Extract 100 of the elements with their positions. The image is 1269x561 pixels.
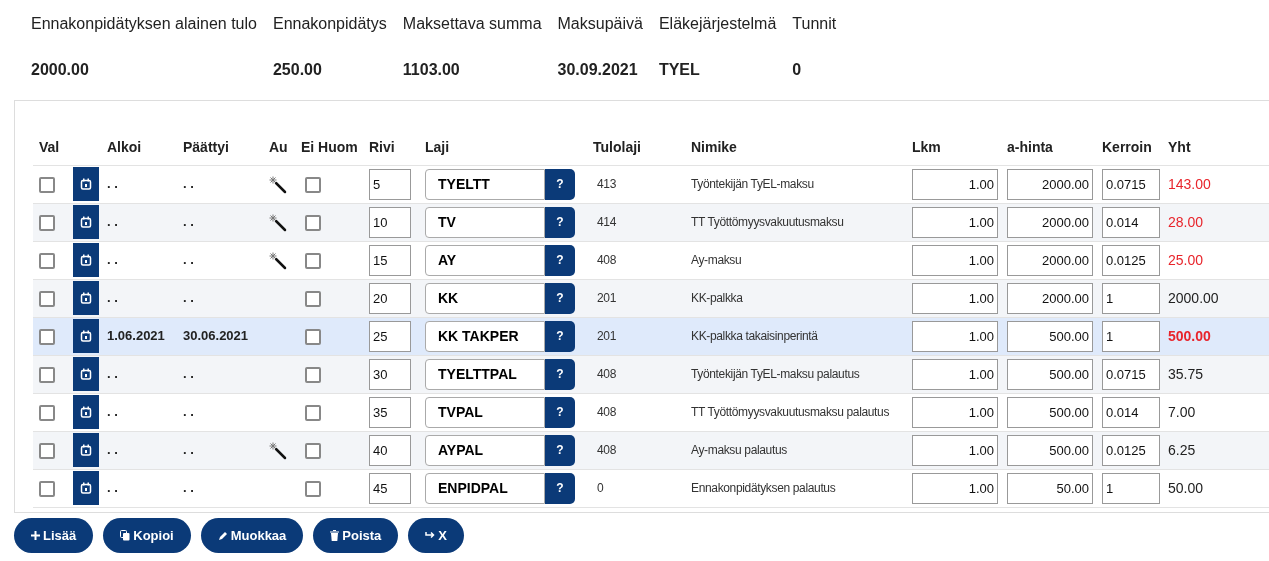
unit-price-field[interactable]: 500.00	[1007, 358, 1093, 390]
start-date: . .	[107, 176, 118, 192]
summary-value: 250.00	[272, 60, 323, 80]
ignore-checkbox[interactable]	[305, 328, 321, 345]
quantity-field[interactable]: 1.00	[912, 244, 998, 276]
coefficient-field[interactable]: 0.0715	[1102, 358, 1160, 390]
action-button[interactable]: Poista	[313, 518, 399, 553]
column-header: Päättyi	[183, 139, 229, 156]
unit-price-field[interactable]: 2000.00	[1007, 168, 1093, 200]
select-checkbox[interactable]	[39, 214, 55, 231]
calendar-button[interactable]	[73, 471, 99, 505]
coefficient-field[interactable]: 1	[1102, 472, 1160, 504]
coefficient-field[interactable]: 0.0125	[1102, 434, 1160, 466]
end-date: 30.06.2021	[183, 328, 249, 344]
help-button[interactable]: ?	[545, 206, 575, 238]
help-button[interactable]: ?	[545, 358, 575, 390]
type-code-field[interactable]: KK	[425, 282, 545, 314]
type-code-field[interactable]: AY	[425, 244, 545, 276]
ignore-checkbox[interactable]	[305, 176, 321, 193]
quantity-field[interactable]: 1.00	[912, 168, 998, 200]
ignore-checkbox[interactable]	[305, 214, 321, 231]
calendar-button[interactable]	[73, 243, 99, 277]
summary-label: Ennakonpidätyksen alainen tulo	[31, 14, 257, 34]
row-number-field[interactable]: 25	[369, 320, 411, 352]
coefficient-field[interactable]: 1	[1102, 282, 1160, 314]
total-amount: 35.75	[1168, 365, 1204, 382]
calendar-button[interactable]	[73, 281, 99, 315]
trash-icon	[330, 530, 340, 541]
action-button[interactable]: Muokkaa	[200, 518, 304, 553]
help-button[interactable]: ?	[545, 244, 575, 276]
ignore-checkbox[interactable]	[305, 442, 321, 459]
unit-price-field[interactable]: 50.00	[1007, 472, 1093, 504]
type-code-field[interactable]: TVPAL	[425, 396, 545, 428]
ignore-checkbox[interactable]	[305, 366, 321, 383]
coefficient-field[interactable]: 0.0715	[1102, 168, 1160, 200]
select-checkbox[interactable]	[39, 442, 55, 459]
ignore-checkbox[interactable]	[305, 290, 321, 307]
select-checkbox[interactable]	[39, 404, 55, 421]
calendar-button[interactable]	[73, 319, 99, 353]
help-button[interactable]: ?	[545, 472, 575, 504]
total-amount: 143.00	[1168, 175, 1211, 192]
unit-price-field[interactable]: 2000.00	[1007, 282, 1093, 314]
coefficient-field[interactable]: 0.014	[1102, 206, 1160, 238]
ignore-checkbox[interactable]	[305, 252, 321, 269]
help-button[interactable]: ?	[545, 282, 575, 314]
help-button[interactable]: ?	[545, 434, 575, 466]
calendar-button[interactable]	[73, 205, 99, 239]
pencil-icon	[217, 530, 228, 541]
calendar-button[interactable]	[73, 395, 99, 429]
quantity-field[interactable]: 1.00	[912, 472, 998, 504]
select-checkbox[interactable]	[39, 480, 55, 497]
ignore-checkbox[interactable]	[305, 480, 321, 497]
help-button[interactable]: ?	[545, 396, 575, 428]
item-title: TT Työttömyysvakuutusmaksu	[691, 215, 844, 230]
quantity-field[interactable]: 1.00	[912, 206, 998, 238]
coefficient-field[interactable]: 0.0125	[1102, 244, 1160, 276]
action-button[interactable]: X	[408, 518, 464, 553]
help-button[interactable]: ?	[545, 168, 575, 200]
select-checkbox[interactable]	[39, 176, 55, 193]
select-checkbox[interactable]	[39, 252, 55, 269]
type-code-field[interactable]: TYELTT	[425, 168, 545, 200]
row-number-field[interactable]: 15	[369, 244, 411, 276]
calendar-button[interactable]	[73, 167, 99, 201]
row-number-field[interactable]: 10	[369, 206, 411, 238]
unit-price-field[interactable]: 500.00	[1007, 434, 1093, 466]
row-number-field[interactable]: 5	[369, 168, 411, 200]
calendar-button[interactable]	[73, 433, 99, 467]
select-checkbox[interactable]	[39, 366, 55, 383]
quantity-field[interactable]: 1.00	[912, 282, 998, 314]
quantity-field[interactable]: 1.00	[912, 396, 998, 428]
type-code-field[interactable]: ENPIDPAL	[425, 472, 545, 504]
row-number-field[interactable]: 30	[369, 358, 411, 390]
end-date: . .	[183, 442, 194, 458]
ignore-checkbox[interactable]	[305, 404, 321, 421]
type-code-field[interactable]: KK TAKPER	[425, 320, 545, 352]
action-button[interactable]: Lisää	[14, 518, 94, 553]
row-number-field[interactable]: 20	[369, 282, 411, 314]
type-code-field[interactable]: AYPAL	[425, 434, 545, 466]
row-number-field[interactable]: 40	[369, 434, 411, 466]
calendar-button[interactable]	[73, 357, 99, 391]
unit-price-field[interactable]: 500.00	[1007, 320, 1093, 352]
row-number-field[interactable]: 35	[369, 396, 411, 428]
help-button[interactable]: ?	[545, 320, 575, 352]
summary-value: 1103.00	[402, 60, 461, 80]
summary-value: 30.09.2021	[557, 60, 639, 80]
type-code-field[interactable]: TV	[425, 206, 545, 238]
quantity-field[interactable]: 1.00	[912, 320, 998, 352]
quantity-field[interactable]: 1.00	[912, 434, 998, 466]
unit-price-field[interactable]: 2000.00	[1007, 244, 1093, 276]
select-checkbox[interactable]	[39, 290, 55, 307]
coefficient-field[interactable]: 1	[1102, 320, 1160, 352]
coefficient-field[interactable]: 0.014	[1102, 396, 1160, 428]
start-date: . .	[107, 214, 118, 230]
type-code-field[interactable]: TYELTTPAL	[425, 358, 545, 390]
unit-price-field[interactable]: 2000.00	[1007, 206, 1093, 238]
select-checkbox[interactable]	[39, 328, 55, 345]
quantity-field[interactable]: 1.00	[912, 358, 998, 390]
action-button[interactable]: Kopioi	[103, 518, 191, 553]
row-number-field[interactable]: 45	[369, 472, 411, 504]
unit-price-field[interactable]: 500.00	[1007, 396, 1093, 428]
